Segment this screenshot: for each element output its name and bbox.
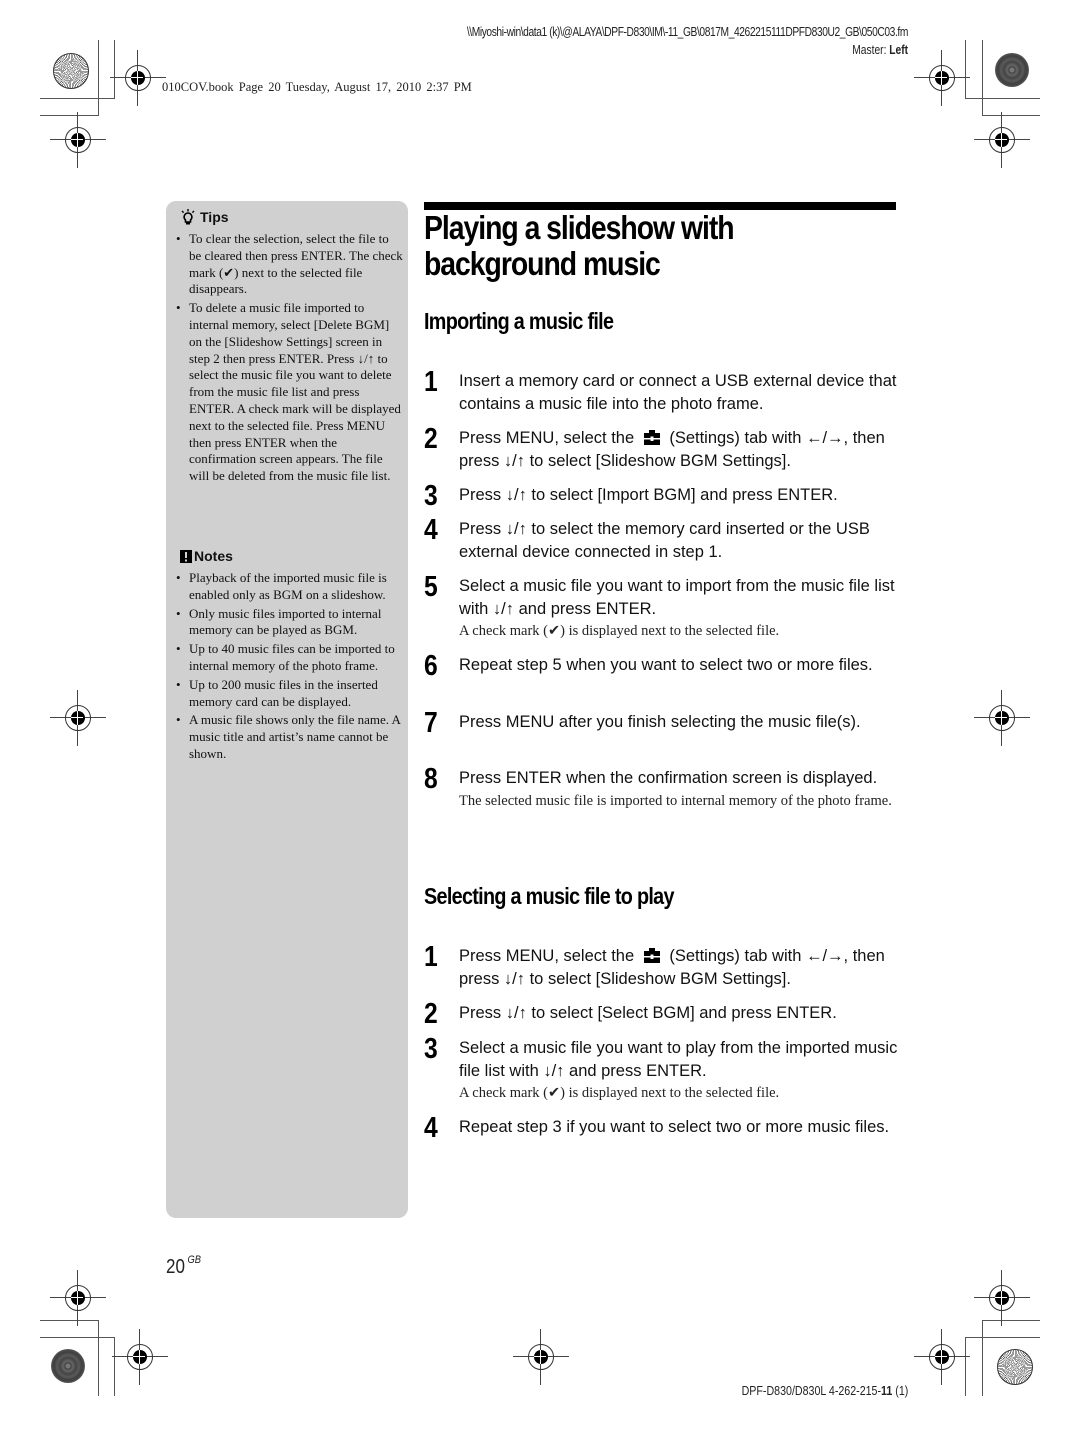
crop-line (40, 115, 98, 116)
crop-line (982, 1320, 983, 1396)
section-heading-importing: Importing a music file (424, 308, 614, 334)
registration-mark-icon (914, 50, 970, 106)
step-text-part: Press ENTER when the confirmation screen… (459, 769, 878, 787)
registration-mark-icon (112, 1329, 168, 1385)
crop-line (98, 1320, 99, 1396)
step-text: Repeat step 3 if you want to select two … (459, 1118, 890, 1136)
step-text: Press ↓/↑ to select the memory card inse… (459, 520, 870, 561)
book-info-line: 010COV.book Page 20 Tuesday, August 17, … (162, 80, 472, 94)
step-number: 7 (424, 707, 438, 739)
step-text: Press ENTER when the confirmation screen… (459, 767, 899, 812)
crop-line (965, 1337, 966, 1396)
page-title: Playing a slideshow with background musi… (424, 209, 735, 282)
step-text-part: Select a music file you want to play fro… (459, 1039, 898, 1080)
lightbulb-icon (181, 209, 195, 225)
tips-notes-sidebar: Tips To clear the selection, select the … (166, 201, 408, 1218)
tips-list: To clear the selection, select the file … (176, 231, 404, 487)
registration-mark-icon (974, 112, 1030, 168)
step-text: Press ↓/↑ to select [Select BGM] and pre… (459, 1004, 837, 1022)
page-number-value: 20 (166, 1256, 185, 1278)
step-note: The selected music file is imported to i… (459, 792, 892, 809)
step-text: Press ↓/↑ to select [Import BGM] and pre… (459, 486, 838, 504)
step-number: 3 (424, 480, 438, 512)
registration-mark-icon (50, 690, 106, 746)
step-number: 4 (424, 1112, 438, 1144)
tips-heading: Tips (180, 209, 229, 225)
tip-item: To delete a music file imported to inter… (176, 300, 404, 485)
registration-disc-icon (51, 1349, 85, 1383)
crop-line (982, 1320, 1040, 1321)
step-number: 1 (424, 941, 438, 973)
registration-disc-icon (995, 53, 1029, 87)
crop-line (982, 115, 1040, 116)
model-code-prefix: DPF-D830/D830L 4-262-215- (741, 1383, 881, 1398)
step-number: 4 (424, 514, 438, 546)
step-text-part: Press MENU, select the (459, 429, 639, 447)
registration-mark-icon (110, 50, 166, 106)
crop-line (98, 40, 99, 116)
notes-heading-text: Notes (194, 548, 233, 564)
step-text: Press MENU, select the (Settings) tab wi… (459, 427, 899, 472)
note-icon (180, 549, 192, 563)
master-value: Left (889, 43, 908, 57)
step-text: Press MENU after you finish selecting th… (459, 713, 861, 731)
step-number: 5 (424, 571, 438, 603)
crop-line (40, 98, 115, 99)
step-text: Select a music file you want to import f… (459, 575, 899, 642)
page-title-line: background music (424, 245, 661, 282)
tips-heading-text: Tips (200, 209, 229, 225)
notes-list: Playback of the imported music file is e… (176, 570, 404, 765)
master-page-label: Master: Left (852, 43, 908, 57)
step-number: 1 (424, 366, 438, 398)
step-text: Press MENU, select the (Settings) tab wi… (459, 945, 899, 990)
step-text: Select a music file you want to play fro… (459, 1037, 899, 1104)
step-number: 6 (424, 650, 438, 682)
step-text-part: Press MENU, select the (459, 947, 639, 965)
registration-mark-icon (914, 1329, 970, 1385)
crop-line (40, 1320, 98, 1321)
registration-disc-icon (53, 53, 89, 89)
step-text-part: Select a music file you want to import f… (459, 577, 895, 618)
step-number: 2 (424, 423, 438, 455)
registration-disc-icon (997, 1349, 1033, 1385)
step-note: A check mark (✔) is displayed next to th… (459, 1085, 780, 1101)
crop-line (114, 1337, 115, 1396)
model-code-suffix: (1) (892, 1383, 908, 1398)
note-item: Only music files imported to internal me… (176, 606, 404, 640)
registration-mark-icon (513, 1329, 569, 1385)
registration-mark-icon (974, 690, 1030, 746)
crop-line (40, 1337, 115, 1338)
step-number: 8 (424, 763, 438, 795)
note-item: A music file shows only the file name. A… (176, 712, 404, 762)
note-item: Up to 200 music files in the inserted me… (176, 677, 404, 711)
page-number: 20 GB (166, 1254, 201, 1279)
file-path: \\Miyoshi-win\data1 (k)\@ALAYA\DPF-D830\… (466, 25, 909, 39)
step-number: 2 (424, 998, 438, 1030)
tip-item: To clear the selection, select the file … (176, 231, 404, 298)
note-item: Up to 40 music files can be imported to … (176, 641, 404, 675)
settings-toolbox-icon (642, 430, 661, 445)
master-label: Master: (852, 43, 887, 57)
notes-heading: Notes (180, 548, 233, 564)
crop-line (965, 40, 966, 99)
page-number-suffix: GB (187, 1254, 201, 1266)
registration-mark-icon (50, 112, 106, 168)
page-title-line: Playing a slideshow with (424, 209, 735, 246)
step-note: A check mark (✔) is displayed next to th… (459, 623, 780, 639)
step-text: Repeat step 5 when you want to select tw… (459, 656, 873, 674)
settings-toolbox-icon (642, 948, 661, 963)
step-number: 3 (424, 1033, 438, 1065)
crop-line (114, 40, 115, 99)
section-heading-selecting: Selecting a music file to play (424, 883, 674, 909)
model-code-bold: 11 (880, 1383, 893, 1398)
note-item: Playback of the imported music file is e… (176, 570, 404, 604)
registration-mark-icon (974, 1270, 1030, 1326)
crop-line (965, 1337, 1040, 1338)
registration-mark-icon (50, 1270, 106, 1326)
crop-line (982, 40, 983, 116)
model-code: DPF-D830/D830L 4-262-215-11 (1) (741, 1383, 908, 1398)
crop-line (965, 98, 1040, 99)
step-text: Insert a memory card or connect a USB ex… (459, 372, 897, 413)
